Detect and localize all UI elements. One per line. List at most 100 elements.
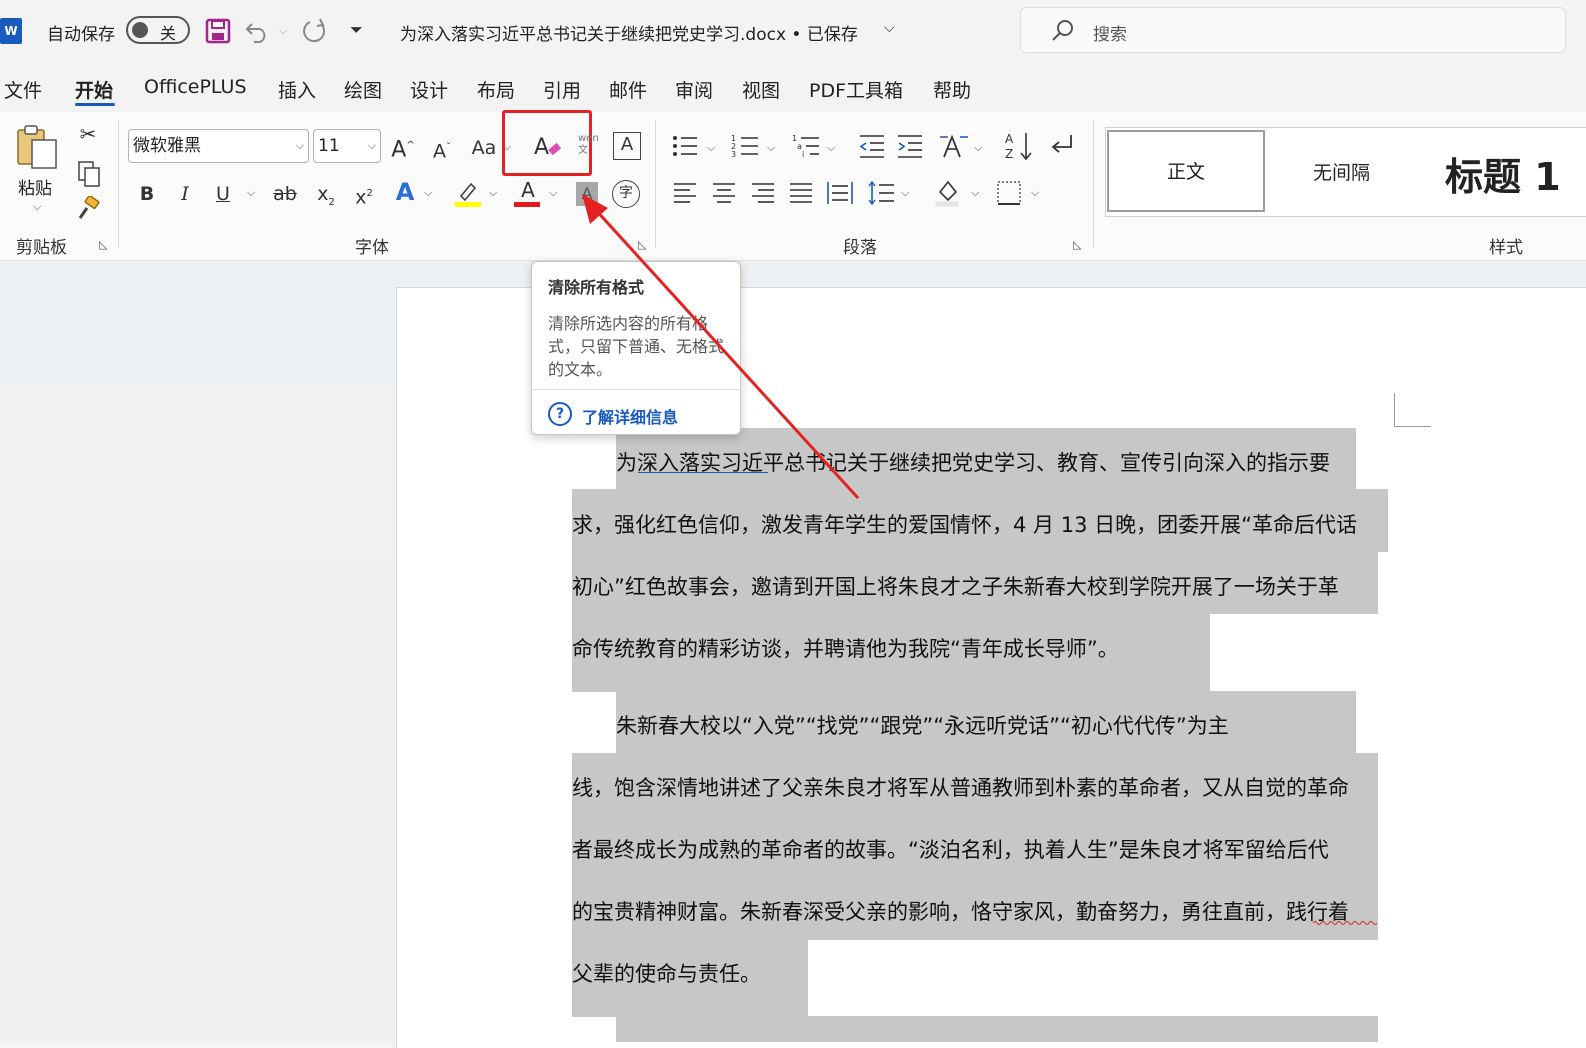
sort-icon[interactable]: AZ [1004,130,1034,162]
font-size-combo[interactable]: 11 ⌵ [313,129,381,163]
text-effects-dropdown-icon[interactable]: ⌵ [424,186,432,200]
margin-crop-mark [1394,393,1431,427]
undo-icon[interactable] [244,18,274,44]
show-marks-icon[interactable] [1047,131,1077,161]
group-separator [118,120,119,248]
search-box[interactable]: 搜索 [1020,7,1566,53]
tab-home[interactable]: 开始 [75,76,113,103]
paragraph-line: 命传统教育的精彩访谈，并聘请他为我院“青年成长导师”。 [572,637,1119,661]
multilevel-dropdown-icon[interactable]: ⌵ [827,141,835,155]
copy-icon[interactable] [76,160,102,188]
text-effects-icon[interactable]: A [391,178,419,206]
paragraph-launcher-icon[interactable]: ◺ [1073,238,1081,251]
highlight-dropdown-icon[interactable]: ⌵ [489,186,497,200]
tab-insert[interactable]: 插入 [278,76,316,103]
style-heading-1[interactable]: 标题 1 [1445,146,1561,201]
tab-review[interactable]: 审阅 [675,76,713,103]
font-size-value: 11 [318,136,340,156]
shading-icon[interactable] [934,178,964,208]
word-app-icon: W [0,18,22,44]
paste-dropdown-icon[interactable]: ⌵ [33,200,41,214]
tab-help[interactable]: 帮助 [933,76,971,103]
clipboard-group-label: 剪贴板 [16,238,67,258]
borders-icon[interactable] [996,180,1022,206]
save-icon[interactable] [205,18,231,44]
tab-file[interactable]: 文件 [4,76,42,103]
paragraph-line: 求，强化红色信仰，激发青年学生的爱国情怀，4 月 13 日晚，团委开展“革命后代… [572,513,1357,537]
annotation-arrow [582,194,860,500]
tab-design[interactable]: 设计 [410,76,448,103]
autosave-toggle[interactable]: 关 [126,16,190,44]
chinese-layout-icon[interactable] [938,131,970,161]
undo-dropdown-icon[interactable]: ⌵ [279,24,287,38]
style-no-spacing[interactable]: 无间隔 [1313,158,1370,185]
search-icon [1052,20,1073,41]
tab-mailings[interactable]: 邮件 [609,76,647,103]
bullets-icon[interactable] [670,131,700,161]
font-name-dropdown-icon[interactable]: ⌵ [296,130,304,162]
selection-highlight [616,1016,1378,1042]
italic-button[interactable]: I [173,180,197,208]
tab-references[interactable]: 引用 [543,76,581,103]
autosave-label: 自动保存 [47,25,115,45]
spelling-squiggle [1313,921,1377,925]
strikethrough-button[interactable]: ab [270,180,300,208]
underline-button[interactable]: U [211,180,235,208]
search-input[interactable]: 搜索 [1093,20,1127,45]
multilevel-list-icon[interactable]: 1ai [792,131,822,161]
active-tab-indicator [75,103,115,106]
font-name-combo[interactable]: 微软雅黑 ⌵ [128,129,309,163]
title-bar: W 自动保存 关 ⌵ ⏷ 为深入落实习近平总书记关于继续把党史学习.docx •… [0,0,1586,62]
line-spacing-dropdown-icon[interactable]: ⌵ [901,186,909,200]
tab-draw[interactable]: 绘图 [344,76,382,103]
font-size-dropdown-icon[interactable]: ⌵ [368,130,376,162]
numbering-dropdown-icon[interactable]: ⌵ [767,141,775,155]
group-separator [1093,120,1094,248]
phonetic-guide-icon[interactable]: wén 文 [578,133,599,157]
customize-qat-icon[interactable]: ⏷ [350,20,363,40]
borders-dropdown-icon[interactable]: ⌵ [1031,186,1039,200]
paragraph-line: 的宝贵精神财富。朱新春深受父亲的影响，恪守家风，勤奋努力，勇往直前，践行着 [572,900,1349,924]
decrease-indent-icon[interactable] [858,131,886,161]
paragraph-line: 父辈的使命与责任。 [572,962,761,986]
paragraph-line: 者最终成长为成熟的革命者的故事。“淡泊名利，执着人生”是朱良才将军留给后代 [572,838,1329,862]
subscript-button[interactable]: x2 [313,180,339,208]
autosave-state: 关 [160,24,177,43]
paste-label[interactable]: 粘贴 [18,174,52,199]
font-color-bar [514,202,540,207]
style-normal[interactable]: 正文 [1107,130,1265,212]
numbering-icon[interactable]: 123 [731,131,761,161]
underline-dropdown-icon[interactable]: ⌵ [247,186,255,200]
redo-icon[interactable] [300,17,330,45]
font-color-dropdown-icon[interactable]: ⌵ [549,186,557,200]
format-painter-icon[interactable] [76,196,102,222]
grow-font-icon[interactable]: A^ [389,132,417,162]
paragraph-line: 初心”红色故事会，邀请到开国上将朱良才之子朱新春大校到学院开展了一场关于革 [572,575,1339,599]
toggle-knob [132,22,148,38]
superscript-button[interactable]: x2 [351,180,377,208]
title-chevron-down-icon[interactable]: ⌵ [884,20,895,36]
svg-text:A: A [1005,132,1014,146]
chinese-layout-dropdown-icon[interactable]: ⌵ [974,141,982,155]
cut-icon[interactable]: ✂ [76,120,100,148]
svg-text:3: 3 [731,150,736,159]
tab-officeplus[interactable]: OfficePLUS [144,76,247,98]
svg-text:Z: Z [1005,147,1013,161]
highlight-color-icon[interactable] [453,178,483,208]
shading-dropdown-icon[interactable]: ⌵ [971,186,979,200]
character-border-icon[interactable]: A [613,132,641,160]
tab-view[interactable]: 视图 [742,76,780,103]
change-case-icon[interactable]: Aa [468,134,500,162]
font-color-icon[interactable]: A [514,176,542,204]
clipboard-launcher-icon[interactable]: ◺ [99,238,107,251]
bold-button[interactable]: B [135,180,159,208]
tab-pdf-toolbox[interactable]: PDF工具箱 [809,76,903,103]
svg-text:i: i [802,150,804,159]
font-name-value: 微软雅黑 [133,136,201,156]
increase-indent-icon[interactable] [896,131,924,161]
bullets-dropdown-icon[interactable]: ⌵ [707,141,715,155]
tab-layout[interactable]: 布局 [477,76,515,103]
paste-icon[interactable] [14,122,62,170]
shrink-font-icon[interactable]: Aˇ [428,134,456,162]
document-title[interactable]: 为深入落实习近平总书记关于继续把党史学习.docx • 已保存 [400,20,858,45]
